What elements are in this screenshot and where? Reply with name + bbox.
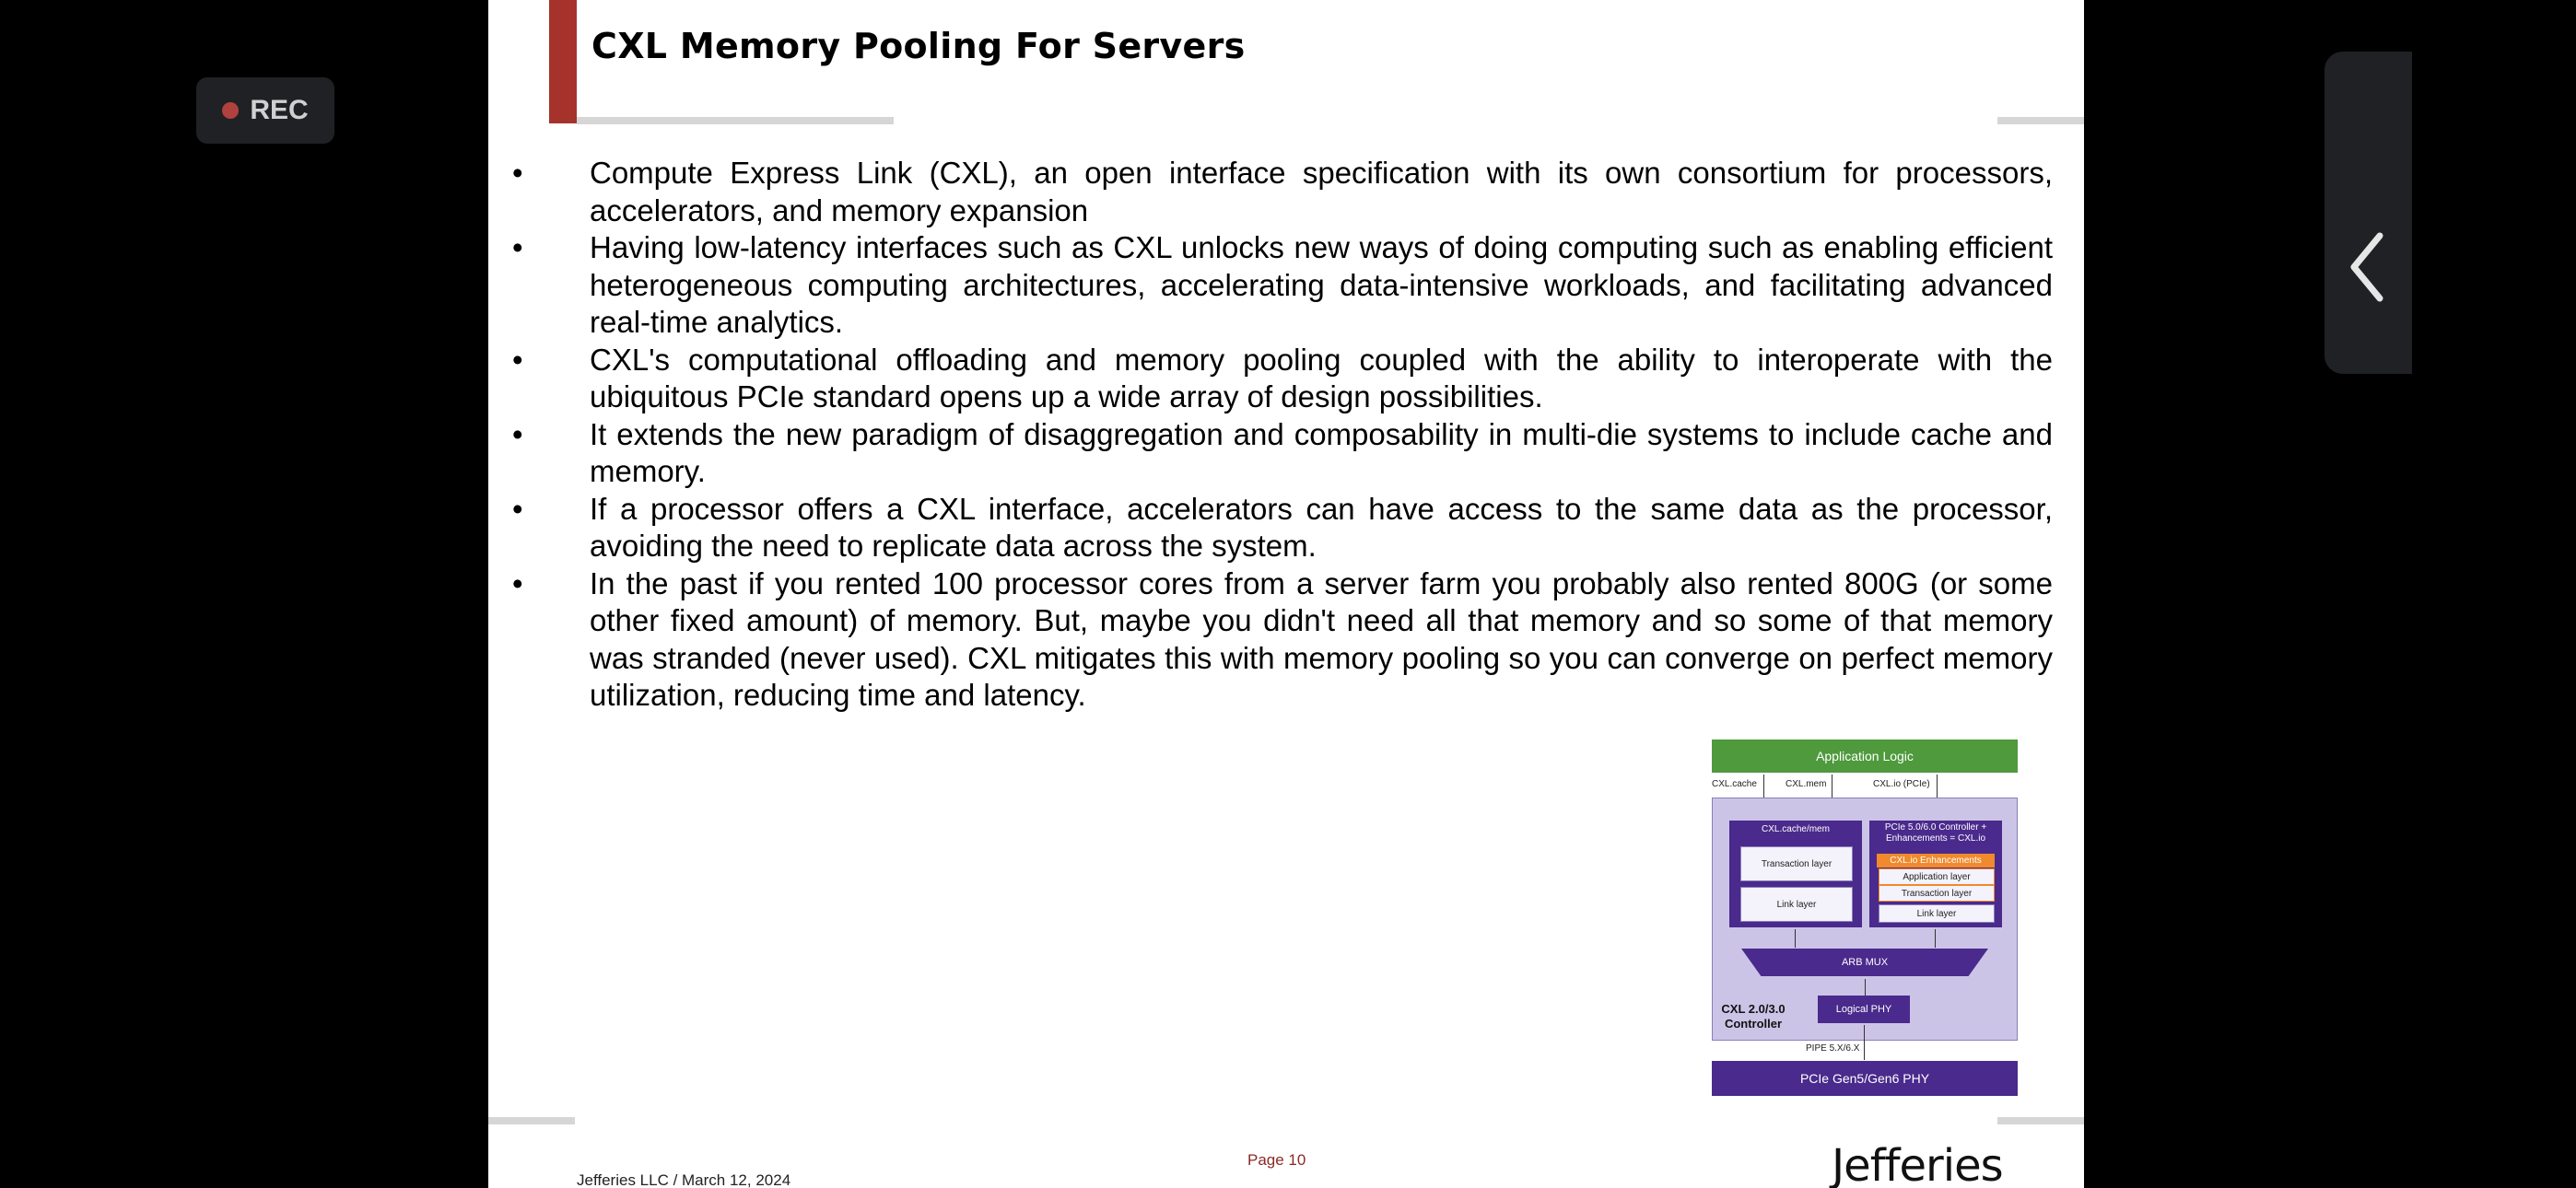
link-layer-box: Link layer <box>1740 887 1853 922</box>
pcie-controller-block: PCIe 5.0/6.0 Controller + Enhancements =… <box>1869 821 2002 927</box>
bullet-dot: • <box>512 342 523 377</box>
bullet-text: Having low-latency interfaces such as CX… <box>590 230 2053 339</box>
cxl-io-label: CXL.io (PCIe) <box>1873 779 1930 789</box>
bullet-text: Compute Express Link (CXL), an open inte… <box>590 156 2053 227</box>
cxl-mem-label: CXL.mem <box>1786 779 1827 789</box>
document-page: CXL Memory Pooling For Servers • Compute … <box>488 0 2084 1188</box>
chevron-left-icon <box>2350 232 2383 302</box>
io-transaction-layer-box: Transaction layer <box>1879 885 1995 902</box>
bullet-dot: • <box>512 416 523 451</box>
footer-rule-left <box>488 1117 575 1124</box>
bullet-dot: • <box>512 156 523 190</box>
bullet-item: • In the past if you rented 100 processor… <box>512 565 2053 715</box>
pcie-controller-title: PCIe 5.0/6.0 Controller + Enhancements =… <box>1884 822 1987 844</box>
application-layer-box: Application layer <box>1879 868 1995 885</box>
title-rule-right <box>1997 117 2084 124</box>
arb-mux-block: ARB MUX <box>1741 949 1988 976</box>
controller-label: CXL 2.0/3.0 Controller <box>1721 1002 1786 1031</box>
application-logic-block: Application Logic <box>1712 740 2018 773</box>
arrow-connector <box>1935 929 1936 948</box>
bullet-text: If a processor offers a CXL interface, a… <box>590 491 2053 564</box>
recording-indicator[interactable]: REC <box>196 77 334 144</box>
bullet-item: • CXL's computational offloading and memo… <box>512 342 2053 416</box>
bullet-item: • Having low-latency interfaces such as C… <box>512 229 2053 342</box>
jefferies-logo: Jefferies <box>1832 1140 2004 1188</box>
bullet-dot: • <box>512 565 523 600</box>
arrow-connector <box>1864 1025 1865 1060</box>
bullet-text: In the past if you rented 100 processor … <box>590 565 2053 713</box>
bullet-dot: • <box>512 230 523 264</box>
bullet-list: • Compute Express Link (CXL), an open int… <box>512 155 2053 715</box>
footer-source-date: Jefferies LLC / March 12, 2024 <box>577 1171 791 1188</box>
title-rule-left <box>577 117 894 124</box>
bullet-item: • If a processor offers a CXL interface, … <box>512 491 2053 565</box>
transaction-layer-box: Transaction layer <box>1740 846 1853 881</box>
footer-rule-right <box>1997 1117 2084 1124</box>
cxl-controller-diagram: Application Logic CXL.cache CXL.mem CXL.… <box>1712 740 2018 1097</box>
pcie-phy-block: PCIe Gen5/Gen6 PHY <box>1712 1061 2018 1096</box>
logical-phy-block: Logical PHY <box>1818 996 1910 1023</box>
bullet-dot: • <box>512 491 523 526</box>
rec-label: REC <box>250 95 309 125</box>
bullet-item: • Compute Express Link (CXL), an open int… <box>512 155 2053 229</box>
title-accent-bar <box>549 0 577 123</box>
pipe-label: PIPE 5.X/6.X <box>1806 1043 1860 1054</box>
arrow-connector <box>1865 979 1866 996</box>
io-enhancements-label: CXL.io Enhancements <box>1877 854 1995 868</box>
record-dot-icon <box>222 102 240 119</box>
bullet-text: CXL's computational offloading and memor… <box>590 342 2053 414</box>
bullet-text: It extends the new paradigm of disaggreg… <box>590 416 2053 489</box>
slide-title: CXL Memory Pooling For Servers <box>591 26 1246 66</box>
io-link-layer-box: Link layer <box>1879 904 1995 923</box>
page-number: Page 10 <box>1247 1151 1306 1169</box>
side-panel-handle[interactable] <box>2324 52 2412 374</box>
bullet-item: • It extends the new paradigm of disaggre… <box>512 416 2053 491</box>
cachemem-title: CXL.cache/mem <box>1762 824 1830 834</box>
arrow-connector <box>1795 929 1796 948</box>
cxl-cache-label: CXL.cache <box>1712 779 1757 789</box>
cachemem-block: CXL.cache/mem Transaction layer Link lay… <box>1729 821 1862 927</box>
